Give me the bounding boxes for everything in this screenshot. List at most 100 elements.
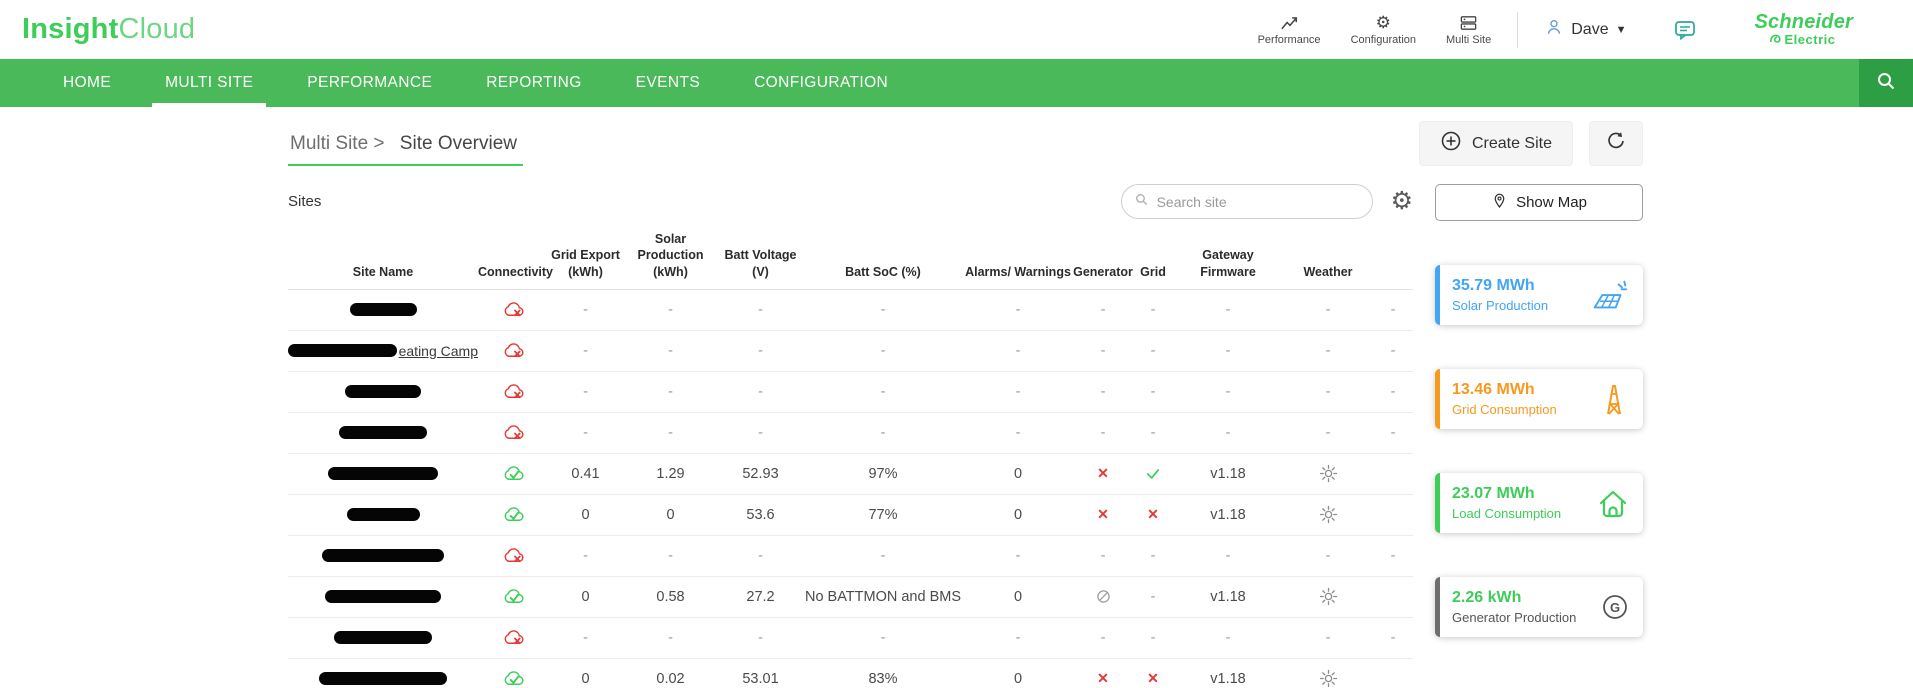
cell-grid-export: 0	[581, 670, 590, 687]
cell-batt-soc: -	[880, 301, 886, 318]
quicklink-performance[interactable]: Performance	[1258, 13, 1321, 46]
show-map-label: Show Map	[1516, 194, 1587, 211]
solar-panel-icon	[1589, 279, 1631, 312]
cell-batt-voltage: 52.93	[742, 465, 779, 482]
cell-connectivity-disconnected-cloud-icon	[478, 629, 548, 646]
summary-card-solar-production[interactable]: 35.79 MWh Solar Production	[1435, 265, 1643, 325]
cell-batt-voltage: 53.01	[742, 670, 779, 687]
cell-site-name[interactable]	[288, 672, 478, 686]
cell-connectivity-connected-cloud-icon	[478, 506, 548, 523]
cell-connectivity-disconnected-cloud-icon	[478, 301, 548, 318]
cell-gateway-firmware: -	[1225, 383, 1231, 400]
cell-site-name[interactable]	[288, 590, 478, 604]
nav-item-reporting[interactable]: REPORTING	[459, 59, 608, 107]
nav-item-home[interactable]: HOME	[36, 59, 138, 107]
table-row: ----------	[288, 372, 1413, 413]
feedback-icon[interactable]	[1673, 18, 1697, 42]
cell-extra: -	[1390, 342, 1396, 359]
cell-site-name[interactable]	[288, 467, 478, 481]
nav-item-multi-site[interactable]: MULTI SITE	[138, 59, 280, 107]
table-row: ----------	[288, 290, 1413, 331]
house-icon	[1595, 487, 1631, 519]
cell-connectivity-connected-cloud-icon	[478, 465, 548, 482]
cell-site-name[interactable]	[288, 549, 478, 563]
cell-extra: -	[1390, 547, 1396, 564]
cell-grid-status: -	[1150, 301, 1156, 318]
cell-batt-soc: 83%	[868, 670, 898, 687]
column-header: Gateway Firmware	[1200, 248, 1256, 279]
cell-site-name[interactable]	[288, 631, 478, 645]
cell-batt-voltage: -	[758, 547, 763, 564]
cell-grid-status: -	[1150, 547, 1156, 564]
cell-generator-status: -	[1100, 301, 1106, 318]
refresh-button[interactable]	[1589, 121, 1643, 166]
cell-gateway-firmware: -	[1225, 342, 1231, 359]
schneider-mark-icon	[1769, 33, 1783, 48]
site-search-input[interactable]	[1156, 193, 1360, 210]
redacted-site-name	[322, 549, 444, 563]
cell-weather: -	[1325, 547, 1331, 564]
quicklink-configuration[interactable]: ⚙ Configuration	[1351, 13, 1416, 46]
cell-site-name[interactable]	[288, 426, 478, 440]
app-logo[interactable]: InsightCloud	[22, 13, 195, 46]
search-icon	[1134, 192, 1149, 212]
cell-weather: -	[1325, 424, 1331, 441]
cell-weather-sun-icon	[1283, 464, 1373, 483]
table-row: ----------	[288, 618, 1413, 659]
summary-card-generator-production[interactable]: 2.26 kWh Generator Production G	[1435, 577, 1643, 637]
cell-grid-export: -	[583, 342, 588, 359]
cell-site-name[interactable]	[288, 303, 478, 317]
site-name-link-fragment[interactable]: eating Camp	[399, 343, 478, 359]
cell-grid-status: -	[1150, 383, 1156, 400]
table-header-row: Site Name Connectivity Grid Export (kWh) Sol…	[288, 231, 1413, 290]
redacted-site-name	[319, 672, 447, 686]
cell-alarms-warnings: -	[1015, 383, 1021, 400]
column-header: Batt Voltage (V)	[724, 248, 797, 279]
nav-item-events[interactable]: EVENTS	[609, 59, 727, 107]
cell-batt-voltage: -	[758, 301, 763, 318]
cell-alarms-warnings: -	[1015, 342, 1021, 359]
card-label: Generator Production	[1452, 610, 1577, 625]
column-header: Grid	[1140, 264, 1166, 279]
cell-grid-export: 0	[581, 506, 590, 523]
breadcrumb-current[interactable]: Site Overview	[400, 133, 517, 154]
create-site-label: Create Site	[1471, 134, 1552, 152]
cell-batt-voltage: 27.2	[746, 588, 775, 605]
table-row: 0.41 1.29 52.93 97% 0 ✕ v1.18	[288, 454, 1413, 495]
cell-gateway-firmware: v1.18	[1210, 670, 1246, 687]
summary-card-load-consumption[interactable]: 23.07 MWh Load Consumption	[1435, 473, 1643, 533]
quicklink-multi-site[interactable]: Multi Site	[1446, 13, 1491, 46]
nav-search-button[interactable]	[1859, 59, 1913, 107]
cell-weather: -	[1325, 383, 1331, 400]
table-row: ----------	[288, 413, 1413, 454]
user-menu[interactable]: Dave ▼	[1544, 17, 1627, 42]
nav-item-performance[interactable]: PERFORMANCE	[280, 59, 459, 107]
cell-grid-export: -	[583, 383, 588, 400]
cell-gateway-firmware: v1.18	[1210, 506, 1246, 523]
summary-card-grid-consumption[interactable]: 13.46 MWh Grid Consumption	[1435, 369, 1643, 429]
cell-site-name[interactable]	[288, 385, 478, 399]
logo-bold: Insight	[22, 13, 119, 45]
cell-extra: -	[1390, 629, 1396, 646]
breadcrumb-parent[interactable]: Multi Site >	[290, 133, 385, 154]
cell-site-name[interactable]	[288, 508, 478, 522]
cell-generator-status: -	[1100, 383, 1106, 400]
card-value: 2.26 kWh	[1452, 589, 1522, 606]
cell-connectivity-connected-cloud-icon	[478, 670, 548, 687]
cell-gateway-firmware: v1.18	[1210, 588, 1246, 605]
create-site-button[interactable]: Create Site	[1418, 121, 1573, 166]
cell-site-name[interactable]: eating Camp	[288, 343, 478, 359]
cell-batt-voltage: -	[758, 629, 763, 646]
show-map-button[interactable]: Show Map	[1435, 184, 1643, 221]
cell-gateway-firmware: -	[1225, 301, 1231, 318]
nav-item-configuration[interactable]: CONFIGURATION	[727, 59, 915, 107]
cell-batt-soc: -	[880, 383, 886, 400]
column-header: Alarms/ Warnings	[965, 264, 1071, 279]
nav-items: HOME MULTI SITE PERFORMANCE REPORTING EVENTS…	[0, 59, 915, 107]
table-settings-gear-icon[interactable]: ⚙	[1391, 189, 1413, 214]
card-value: 35.79 MWh	[1452, 277, 1535, 294]
cell-extra: -	[1390, 301, 1396, 318]
cell-alarms-warnings: 0	[1013, 670, 1023, 687]
cell-batt-voltage: -	[758, 342, 763, 359]
cell-grid-export: -	[583, 301, 588, 318]
